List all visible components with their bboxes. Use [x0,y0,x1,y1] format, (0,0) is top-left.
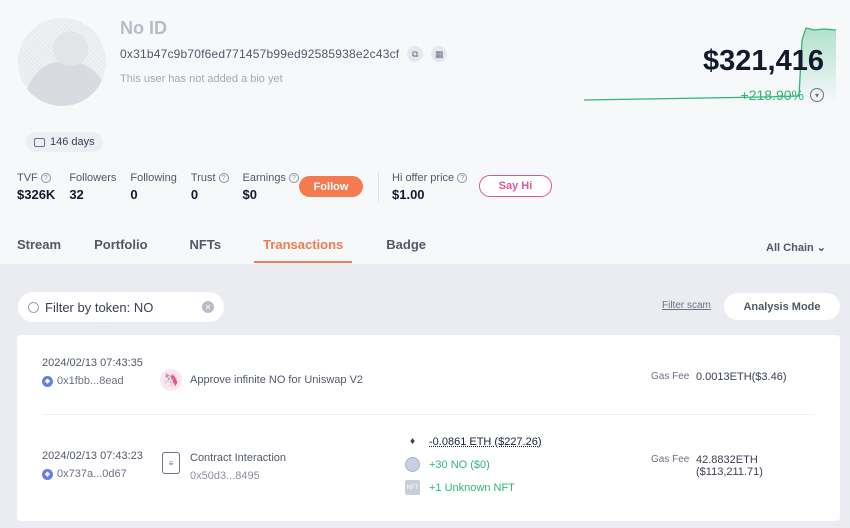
tab-badge[interactable]: Badge [386,237,426,263]
token-changes: ♦ -0.0861 ETH ($227.26) +30 NO ($0) NFT … [405,434,542,495]
tx-time: 2024/02/13 07:43:35 [42,357,143,369]
transaction-row: 2024/02/13 07:43:23 ◆ 0x737a...0d67 ≡ Co… [42,434,815,495]
token-in-value[interactable]: +30 NO ($0) [429,459,490,471]
tab-nfts[interactable]: NFTs [190,237,222,263]
ethereum-icon: ◆ [42,468,53,480]
chevron-down-icon: ⌄ [816,242,826,254]
nft-in-value[interactable]: +1 Unknown NFT [429,482,515,494]
tx-description: Contract Interaction [190,452,286,464]
tx-description-block: Contract Interaction 0x50d3...8495 [190,452,286,482]
earnings-label: Earnings [242,172,286,184]
nft-icon: NFT [405,480,420,495]
tab-transactions[interactable]: Transactions [254,237,353,263]
copy-icon[interactable]: ⧉ [407,46,424,62]
offer-label: Hi offer price [392,172,455,184]
profile-stats: TVF? $326K Followers 32 Following 0 Trus… [17,172,299,202]
clear-icon[interactable]: ✕ [202,301,214,313]
bio: This user has not added a bio yet [120,73,283,85]
wallet-address: 0x31b47c9b70f6ed771457b99ed92585938e2c43… [120,47,400,61]
wallet-address-row: 0x31b47c9b70f6ed771457b99ed92585938e2c43… [120,46,448,62]
chevron-down-icon[interactable]: ▾ [810,88,824,102]
gas-fee-label: Gas Fee [651,371,690,382]
stat-followers[interactable]: Followers 32 [69,172,116,202]
offer-value: $1.00 [392,187,425,202]
trust-label: Trust [190,172,216,184]
tx-description: Approve infinite NO for Uniswap V2 [190,374,364,386]
stat-offer-price: Hi offer price? $1.00 [392,172,468,202]
followers-value: 32 [69,187,84,202]
token-filter-value: Filter by token: NO [45,299,154,315]
token-icon [405,457,420,472]
ethereum-icon: ♦ [409,436,416,447]
following-value: 0 [130,187,138,202]
analysis-mode-button[interactable]: Analysis Mode [724,293,840,320]
days-badge: 146 days [26,132,103,152]
tab-portfolio[interactable]: Portfolio [94,237,147,263]
help-icon[interactable]: ? [457,173,468,183]
token-change-no: +30 NO ($0) [405,457,542,472]
net-worth-change: +218.90% ▾ [741,87,824,103]
ethereum-icon: ◆ [42,375,53,387]
contract-icon: ≡ [162,452,180,474]
days-label: 146 days [50,136,95,148]
stat-trust: Trust? 0 [191,172,229,202]
stat-earnings: Earnings? $0 [243,172,299,202]
following-label: Following [130,172,177,184]
say-hi-button[interactable]: Say Hi [479,175,552,197]
help-icon[interactable]: ? [288,173,299,183]
tab-stream[interactable]: Stream [17,237,61,263]
transactions-list: 2024/02/13 07:43:35 ◆ 0x1fbb...8ead 🦄 Ap… [17,335,840,521]
follow-button[interactable]: Follow [299,176,363,197]
tx-hash-text: 0x737a...0d67 [57,468,127,480]
tx-hash-text: 0x1fbb...8ead [57,375,124,387]
transaction-row: 2024/02/13 07:43:35 ◆ 0x1fbb...8ead 🦄 Ap… [42,357,815,415]
filter-scam-link[interactable]: Filter scam [662,300,711,311]
gas-fee-value: 42.8832ETH ($113,211.71) [696,454,763,478]
search-icon [28,301,39,313]
token-filter-input[interactable]: Filter by token: NO ✕ [18,292,224,322]
contract-address[interactable]: 0x50d3...8495 [190,470,286,482]
gas-fee-value: 0.0013ETH($3.46) [696,371,787,383]
gas-fee-usd: ($113,211.71) [696,466,763,478]
gas-fee-eth: 42.8832ETH [696,454,758,466]
token-change-eth: ♦ -0.0861 ETH ($227.26) [405,434,542,449]
stat-following[interactable]: Following 0 [130,172,176,202]
avatar [18,18,106,106]
token-change-nft: NFT +1 Unknown NFT [405,480,542,495]
help-icon[interactable]: ? [218,173,229,183]
change-value: +218.90% [740,87,804,103]
gas-fee-label: Gas Fee [651,454,690,465]
profile-tabs: Stream Portfolio NFTs Transactions Badge [17,237,426,263]
followers-label: Followers [69,172,117,184]
tvf-label: TVF [17,172,38,184]
qr-code-icon[interactable]: ▦ [431,46,448,62]
divider [378,172,379,202]
stat-tvf: TVF? $326K [17,172,55,202]
chain-select-label: All Chain [766,242,814,254]
uniswap-icon: 🦄 [160,369,182,391]
token-out-value[interactable]: -0.0861 ETH ($227.26) [429,436,542,448]
tvf-value: $326K [17,187,56,202]
calendar-icon [34,137,45,147]
net-worth-value: $321,416 [703,45,824,77]
chain-select[interactable]: All Chain ⌄ [766,241,826,254]
trust-value: 0 [190,187,199,202]
help-icon[interactable]: ? [40,173,51,183]
earnings-value: $0 [242,187,257,202]
profile-name: No ID [120,18,167,38]
